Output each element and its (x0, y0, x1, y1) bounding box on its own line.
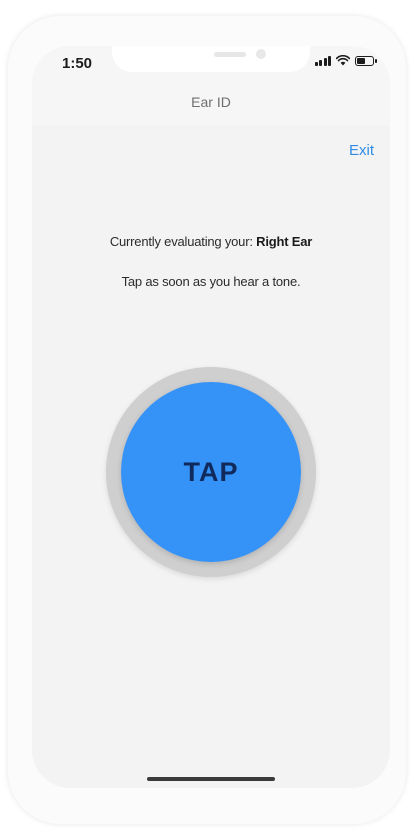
battery-level (357, 57, 365, 64)
app-screen: 1:50 Ear ID Exit Currently evaluating yo… (32, 46, 390, 788)
evaluation-status: Currently evaluating your: Right Ear (32, 234, 390, 249)
status-time: 1:50 (62, 55, 93, 72)
tap-button[interactable]: TAP (121, 382, 301, 562)
home-indicator[interactable] (147, 777, 275, 781)
page-title: Ear ID (191, 94, 231, 110)
evaluated-ear: Right Ear (256, 234, 313, 249)
signal-icon (314, 55, 331, 66)
tap-label: TAP (183, 456, 239, 487)
instruction-text: Tap as soon as you hear a tone. (121, 274, 301, 289)
front-camera (256, 49, 266, 59)
status-icons (314, 55, 377, 66)
battery-icon (355, 55, 377, 66)
speaker-grille (214, 52, 246, 57)
wifi-icon (336, 55, 350, 66)
exit-button[interactable]: Exit (349, 142, 374, 159)
evaluation-prefix: Currently evaluating your: (109, 234, 257, 249)
device-notch (112, 46, 310, 72)
